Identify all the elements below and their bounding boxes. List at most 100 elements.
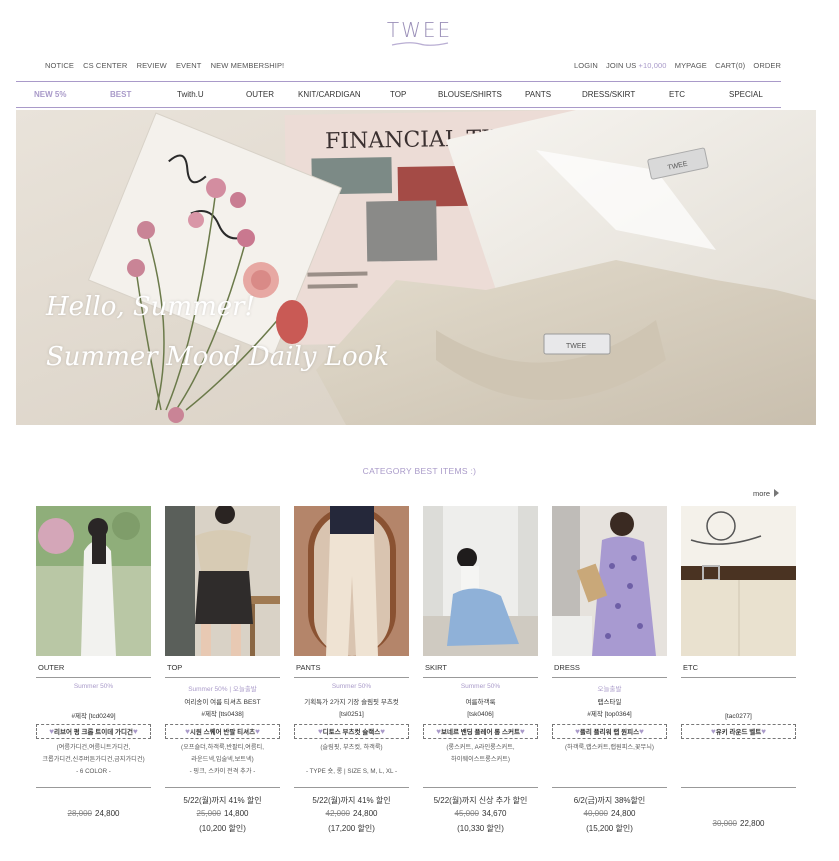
- old-price: 42,000: [325, 809, 350, 818]
- heart-icon: ♥: [255, 727, 260, 736]
- product-name-line: 기획특가 2가지 기장 슬림핏 부츠컷: [304, 699, 399, 706]
- heart-icon: ♥: [132, 727, 138, 736]
- product-name-line: 여리송이 여름 티셔츠 BEST: [184, 699, 261, 706]
- product-title: 디토스 부츠컷 슬랙스: [322, 729, 381, 736]
- sale-price: 34,670: [482, 809, 507, 818]
- product-discount: (10,200 할인): [199, 824, 246, 833]
- nav-blouse-shirts[interactable]: BLOUSE/SHIRTS: [438, 90, 502, 99]
- product-category: DRESS: [554, 663, 580, 672]
- divider: [552, 677, 667, 678]
- util-login[interactable]: LOGIN: [574, 61, 598, 70]
- util-membership[interactable]: NEW MEMBERSHIP!: [211, 61, 285, 70]
- site-logo[interactable]: TWEE: [0, 18, 839, 48]
- divider: [294, 677, 409, 678]
- product-title-badge[interactable]: ♥디토스 부츠컷 슬랙스♥: [294, 724, 409, 739]
- product-promo: 6/2(금)까지 38%할인: [573, 796, 646, 805]
- main-nav: NEW 5% BEST Twith.U OUTER KNIT/CARDIGAN …: [16, 81, 781, 108]
- product-desc: (하객룩,랩스커트,랩원피스,꽃무늬): [552, 742, 667, 754]
- util-join[interactable]: JOIN US +10,000: [606, 61, 667, 70]
- section-title: CATEGORY BEST ITEMS :): [362, 466, 477, 476]
- util-join-points: +10,000: [638, 61, 667, 70]
- divider: [36, 677, 151, 678]
- nav-dress-skirt[interactable]: DRESS/SKIRT: [582, 90, 635, 99]
- nav-new[interactable]: NEW 5%: [34, 90, 66, 99]
- old-price: 30,000: [712, 819, 737, 828]
- product-card[interactable]: OUTER Summer 50% #제작 [tcd0249] ♥리브어 펑 크롭…: [36, 506, 151, 841]
- product-tag: Summer 50%: [460, 683, 501, 690]
- nav-etc[interactable]: ETC: [669, 90, 685, 99]
- nav-pants[interactable]: PANTS: [525, 90, 551, 99]
- product-title-badge[interactable]: ♥유키 라운드 벨트♥: [681, 724, 796, 739]
- product-name-line: 랩스타일: [597, 699, 622, 706]
- product-promo: 5/22(월)까지 41% 할인: [183, 796, 262, 805]
- product-photo[interactable]: [423, 506, 538, 656]
- arrow-right-icon: [774, 489, 780, 497]
- product-name: 여름하객룩 [tsk0406]: [423, 697, 538, 721]
- product-title-badge[interactable]: ♥리브어 펑 크롭 트이데 가디건♥: [36, 724, 151, 739]
- divider: [423, 677, 538, 678]
- heart-icon: ♥: [639, 727, 644, 736]
- old-price: 28,000: [67, 809, 92, 818]
- hero-heading: Hello, Summer!: [46, 292, 256, 322]
- nav-special[interactable]: SPECIAL: [729, 90, 763, 99]
- product-card[interactable]: PANTS Summer 50% 기획특가 2가지 기장 슬림핏 부츠컷 [tsl…: [294, 506, 409, 841]
- product-title-badge[interactable]: ♥시원 스퀘어 반팔 티셔츠♥: [165, 724, 280, 739]
- nav-best[interactable]: BEST: [110, 90, 131, 99]
- product-desc-line: 하이웨이스트롱스커트): [451, 756, 510, 763]
- product-desc-line: (오프숄더,하객룩,반팔티,여름티,: [181, 744, 264, 751]
- old-price: 25,000: [196, 809, 221, 818]
- product-category: OUTER: [38, 663, 65, 672]
- product-photo[interactable]: [36, 506, 151, 656]
- util-event[interactable]: EVENT: [176, 61, 202, 70]
- product-card[interactable]: ETC [tac0277] ♥유키 라운드 벨트♥ 30,000 22,800: [681, 506, 796, 841]
- sale-price: 24,800: [353, 809, 378, 818]
- util-mypage[interactable]: MYPAGE: [675, 61, 707, 70]
- old-price: 45,000: [454, 809, 479, 818]
- sale-price: 14,800: [224, 809, 249, 818]
- product-photo[interactable]: [681, 506, 796, 656]
- product-price: 40,000 24,800: [552, 809, 667, 818]
- util-review[interactable]: REVIEW: [137, 61, 167, 70]
- product-desc: (롱스커트, A라인롱스커트, 하이웨이스트롱스커트): [423, 742, 538, 766]
- product-tag: Summer 50%: [73, 683, 114, 690]
- util-notice[interactable]: NOTICE: [45, 61, 74, 70]
- product-title: 플리 플리워 랩 원피스: [579, 729, 640, 736]
- product-name: 랩스타일 #제작 [top0364]: [552, 697, 667, 721]
- product-option: - 6 COLOR -: [76, 768, 111, 775]
- hero-subheading: Summer Mood Daily Look: [46, 342, 390, 372]
- util-cs-center[interactable]: CS CENTER: [83, 61, 127, 70]
- more-link[interactable]: more: [753, 489, 780, 498]
- product-desc-line: 크롭가디건,신주버튼가디건,금지가디건): [42, 756, 145, 763]
- product-desc-line: 라운드넥,입술넥,보트넥): [191, 756, 254, 763]
- product-name: 기획특가 2가지 기장 슬림핏 부츠컷 [tsl0251]: [294, 697, 409, 721]
- product-tag: Summer 50% | 오늘출발: [188, 686, 257, 693]
- sale-price: 24,800: [611, 809, 636, 818]
- product-tag: 오늘출발: [597, 686, 622, 693]
- product-tag: Summer 50%: [331, 683, 372, 690]
- nav-twith-u[interactable]: Twith.U: [177, 90, 204, 99]
- product-card[interactable]: TOP Summer 50% | 오늘출발 여리송이 여름 티셔츠 BEST #제…: [165, 506, 280, 841]
- product-card[interactable]: SKIRT Summer 50% 여름하객룩 [tsk0406] ♥보네르 밴딩 …: [423, 506, 538, 841]
- product-category: TOP: [167, 663, 183, 672]
- product-name-line: #제작 [top0364]: [587, 711, 632, 718]
- nav-knit-cardigan[interactable]: KNIT/CARDIGAN: [298, 90, 361, 99]
- divider: [165, 677, 280, 678]
- product-name-line: #제작 [tts0438]: [201, 711, 244, 718]
- product-photo[interactable]: [165, 506, 280, 656]
- product-photo[interactable]: [552, 506, 667, 656]
- product-name-line: [tac0277]: [725, 713, 752, 720]
- product-photo[interactable]: [294, 506, 409, 656]
- util-order[interactable]: ORDER: [753, 61, 781, 70]
- heart-icon: ♥: [761, 727, 766, 736]
- product-name-line: #제작 [tcd0249]: [71, 713, 116, 720]
- product-price: 45,000 34,670: [423, 809, 538, 818]
- hero-banner[interactable]: FINANCIAL TIMES TWEE TWEE Hello, Summer!…: [16, 110, 816, 425]
- nav-outer[interactable]: OUTER: [246, 90, 274, 99]
- product-title-badge[interactable]: ♥플리 플리워 랩 원피스♥: [552, 724, 667, 739]
- nav-top[interactable]: TOP: [390, 90, 406, 99]
- util-cart[interactable]: CART(0): [715, 61, 745, 70]
- product-name-line: 여름하객룩: [465, 699, 496, 706]
- divider: [423, 787, 538, 788]
- product-title-badge[interactable]: ♥보네르 밴딩 플레어 롱 스커트♥: [423, 724, 538, 739]
- product-card[interactable]: DRESS 오늘출발 랩스타일 #제작 [top0364] ♥플리 플리워 랩 원…: [552, 506, 667, 841]
